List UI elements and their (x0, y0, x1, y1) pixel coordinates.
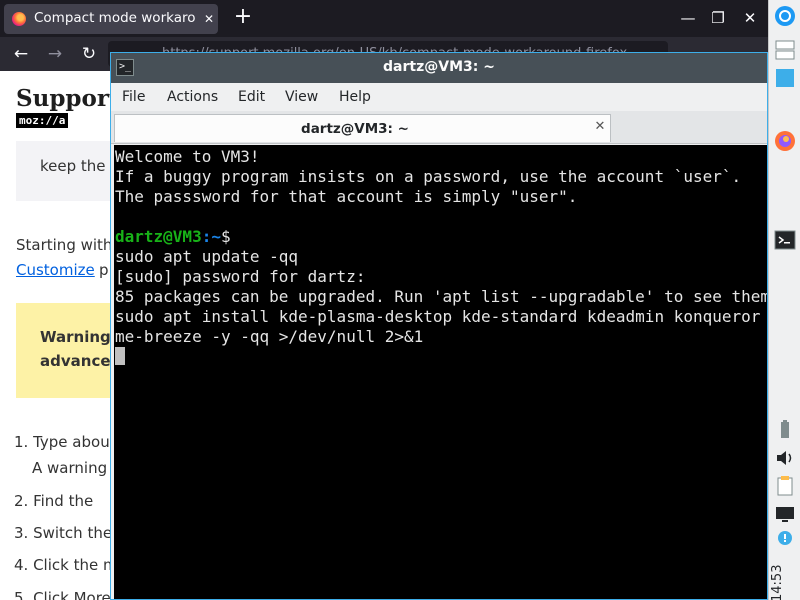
konsole-tab-bar: dartz@VM3: ~ ✕ (111, 111, 767, 144)
prompt-path: :~ (201, 227, 221, 246)
konsole-task-icon[interactable] (773, 228, 797, 252)
kde-panel (768, 0, 800, 600)
paragraph-text: Starting with (16, 236, 113, 254)
terminal-output[interactable]: Welcome to VM3! If a buggy program insis… (114, 145, 767, 599)
menu-bar: File Actions Edit View Help (111, 83, 767, 111)
close-tab-icon[interactable]: ✕ (591, 118, 609, 136)
new-tab-button[interactable]: + (232, 6, 254, 30)
menu-actions[interactable]: Actions (167, 89, 218, 105)
step-item: 3. Switch the (14, 524, 113, 542)
clipboard-icon[interactable] (773, 474, 797, 498)
terminal-line: Welcome to VM3! (115, 147, 260, 166)
prompt-symbol: $ (220, 227, 231, 246)
prompt-user: dartz@VM3 (115, 227, 202, 246)
pager-icon[interactable] (773, 38, 797, 62)
reload-icon[interactable]: ↻ (78, 43, 100, 65)
browser-tab-title: Compact mode workaround (34, 10, 196, 26)
browser-tab[interactable]: Compact mode workaround ✕ (4, 4, 218, 34)
app-launcher-icon[interactable] (773, 4, 797, 28)
volume-icon[interactable] (773, 446, 797, 470)
menu-help[interactable]: Help (339, 89, 371, 105)
close-tab-icon[interactable]: ✕ (201, 9, 217, 29)
terminal-line: The passsword for that account is simply… (115, 187, 578, 206)
terminal-line: sudo apt update -qq (115, 247, 299, 266)
terminal-line: 85 packages can be upgraded. Run 'apt li… (115, 287, 767, 306)
terminal-tab[interactable]: dartz@VM3: ~ ✕ (114, 114, 611, 142)
firefox-icon (12, 12, 26, 26)
terminal-tab-title: dartz@VM3: ~ (301, 121, 409, 137)
customize-link[interactable]: Customize (16, 261, 95, 279)
step-item: 5. Click More (14, 589, 111, 600)
text-cursor (115, 347, 125, 365)
mozilla-logo: moz://a (16, 113, 69, 128)
paragraph-text: p (99, 261, 109, 279)
terminal-line: me-breeze -y -qq >/dev/null 2>&1 (115, 327, 424, 346)
firefox-tab-bar: Compact mode workaround ✕ + — ❐ ✕ (0, 0, 768, 37)
prompt-line: dartz@VM3:~$ (115, 227, 767, 247)
close-window-icon[interactable]: ✕ (740, 8, 760, 28)
display-icon[interactable] (773, 502, 797, 526)
terminal-line: [sudo] password for dartz: (115, 267, 366, 286)
step-item: 4. Click the m (14, 556, 118, 574)
back-arrow-icon[interactable]: ← (10, 43, 32, 65)
warning-label: Warning: (40, 328, 117, 346)
restore-icon[interactable]: ❐ (708, 8, 728, 28)
menu-file[interactable]: File (122, 89, 145, 105)
pager-active-icon[interactable] (773, 66, 797, 90)
menu-edit[interactable]: Edit (238, 89, 265, 105)
notifications-icon[interactable] (773, 526, 797, 550)
terminal-line: If a buggy program insists on a password… (115, 167, 742, 186)
cursor-line (115, 347, 767, 367)
step-item: A warning (32, 459, 108, 477)
forward-arrow-icon[interactable]: → (44, 43, 66, 65)
konsole-window: >_ dartz@VM3: ~ File Actions Edit View H… (110, 52, 768, 600)
step-item: 1. Type abou (14, 433, 110, 451)
panel-clock[interactable]: 14:53 (770, 552, 798, 600)
firefox-task-icon[interactable] (773, 129, 797, 153)
terminal-line: sudo apt install kde-plasma-desktop kde-… (115, 307, 761, 326)
menu-view[interactable]: View (285, 89, 318, 105)
minimize-icon[interactable]: — (678, 8, 698, 28)
support-logo[interactable]: Support (16, 85, 120, 112)
konsole-title-bar[interactable]: >_ dartz@VM3: ~ (111, 53, 767, 83)
clock-time: 14:53 (770, 564, 785, 600)
step-item: 2. Find the (14, 492, 94, 510)
window-title: dartz@VM3: ~ (383, 59, 495, 75)
card-text: keep the (40, 157, 106, 175)
battery-icon[interactable] (773, 418, 797, 442)
